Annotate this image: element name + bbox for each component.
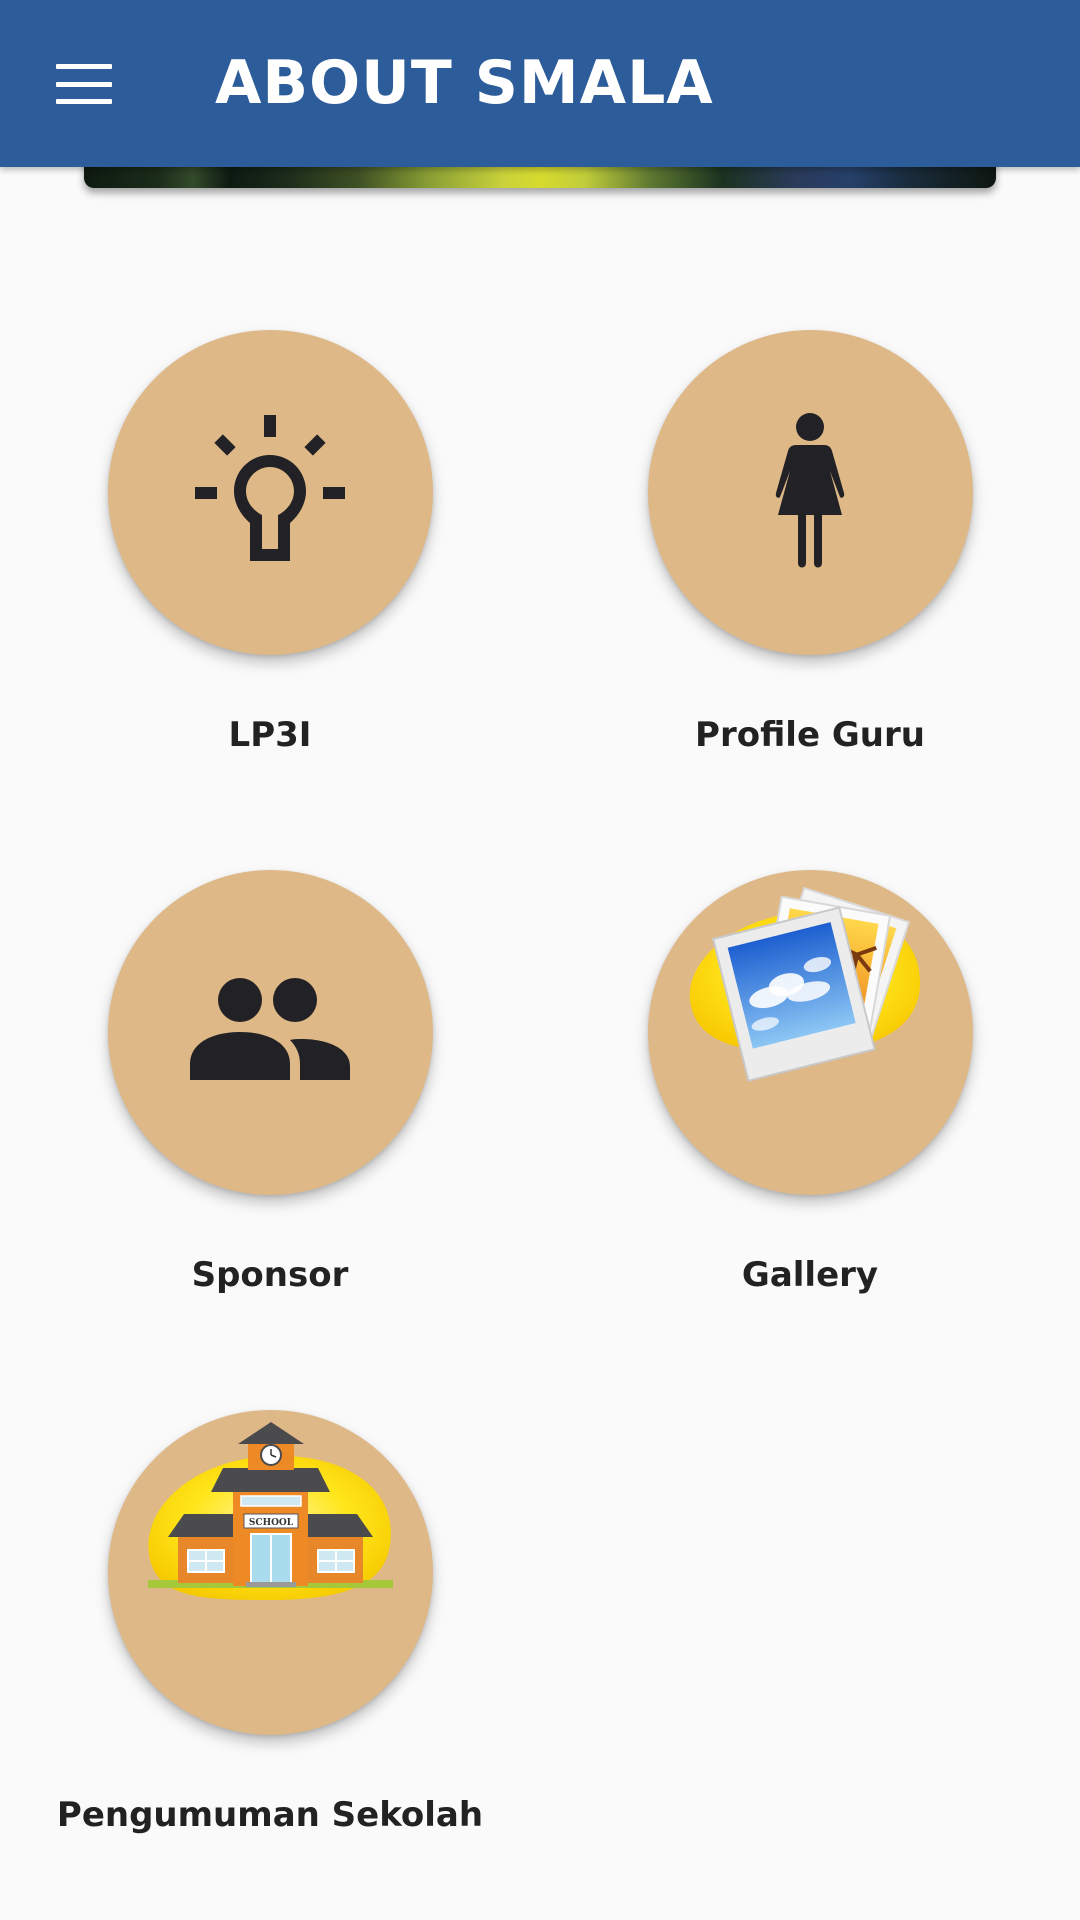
menu-item-gallery[interactable]: Gallery [590,870,1030,1330]
menu-item-label: LP3I [228,715,312,755]
lightbulb-icon [195,414,345,561]
menu-item-label: Pengumuman Sekolah [56,1795,484,1835]
menu-item-lp3i[interactable]: LP3I [50,330,490,790]
menu-item-label: Gallery [741,1255,879,1295]
hamburger-menu-icon[interactable] [56,64,112,104]
menu-item-label: Profile Guru [695,715,925,755]
menu-item-circle[interactable]: SCHOOL [107,1410,433,1735]
school-building-icon: SCHOOL [147,1422,393,1600]
menu-item-pengumuman-sekolah[interactable]: SCHOOL Pengumuman Sekolah [50,1410,490,1870]
menu-item-circle[interactable] [107,330,433,655]
photos-icon [689,886,920,1082]
page-title: ABOUT SMALA [215,48,714,118]
menu-item-circle[interactable] [647,330,973,655]
menu-item-circle[interactable] [107,870,433,1195]
people-icon [190,977,350,1080]
menu-item-sponsor[interactable]: Sponsor [50,870,490,1330]
svg-text:SCHOOL: SCHOOL [248,1518,293,1528]
menu-item-circle[interactable] [647,870,973,1195]
app-bar: ABOUT SMALA [0,0,1080,167]
menu-item-profile-guru[interactable]: Profile Guru [590,330,1030,790]
woman-icon [775,412,845,567]
menu-item-label: Sponsor [191,1255,349,1295]
